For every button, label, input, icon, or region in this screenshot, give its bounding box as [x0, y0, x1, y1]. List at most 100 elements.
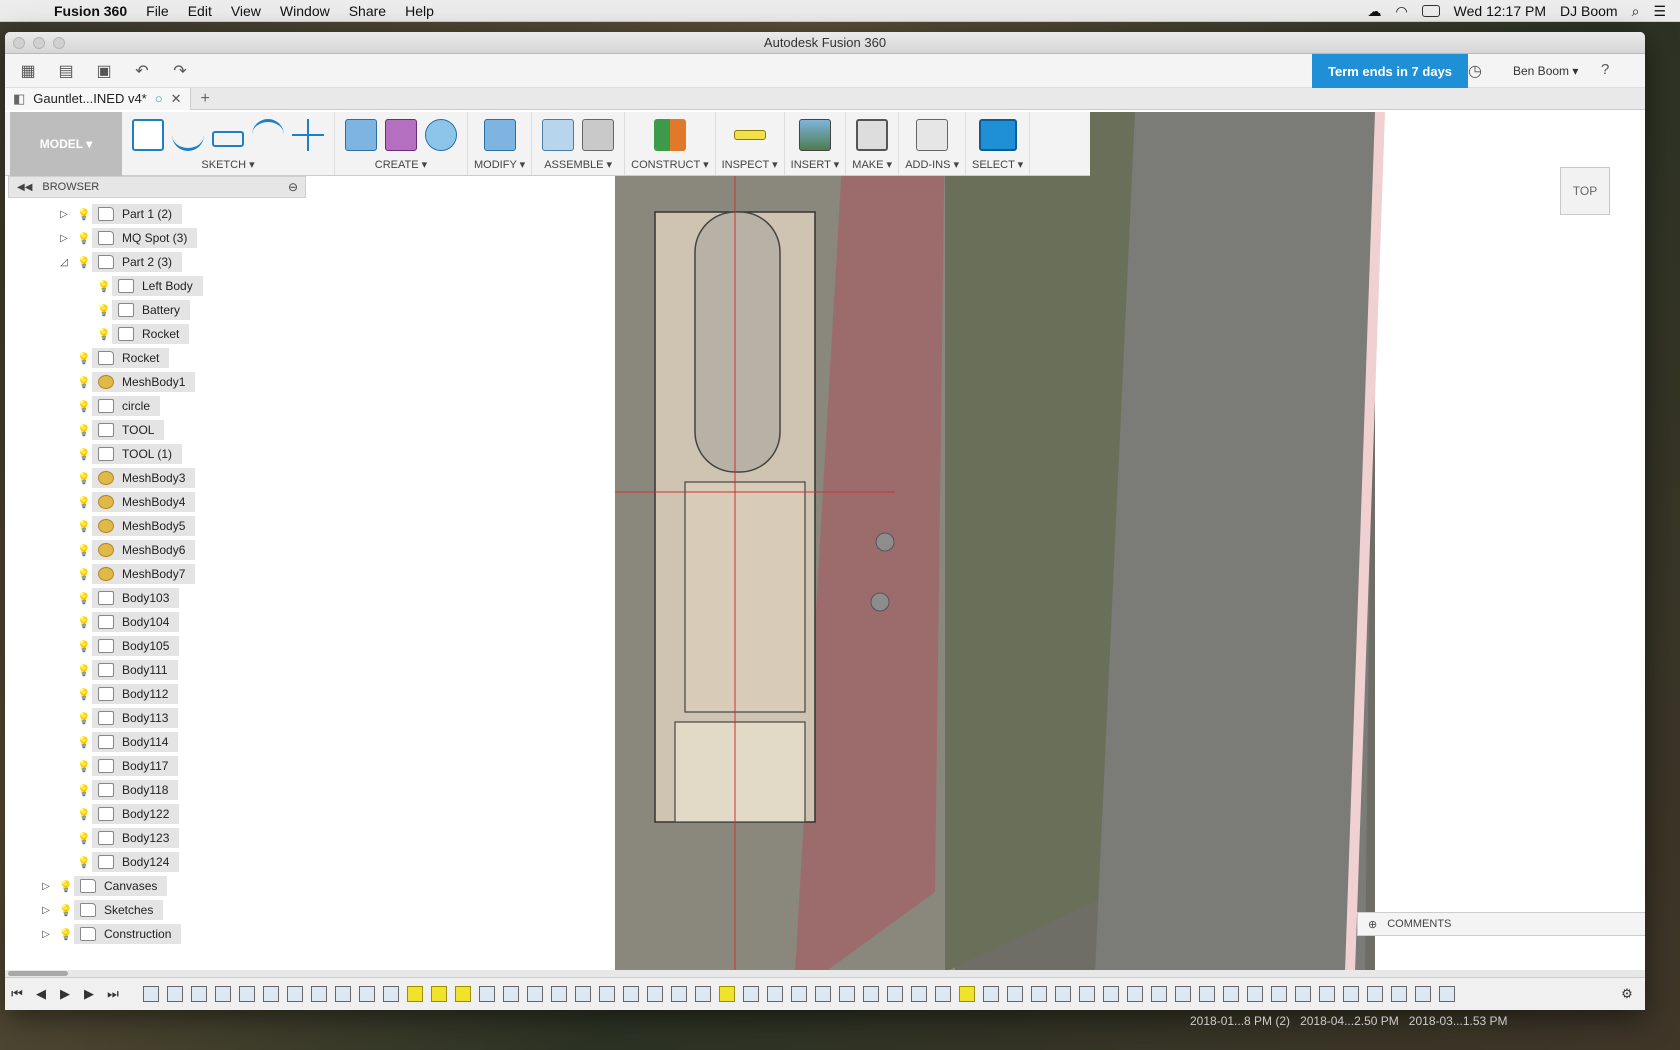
timeline-feature-icon[interactable]: [983, 986, 999, 1002]
visibility-bulb-icon[interactable]: 💡: [77, 567, 91, 581]
menu-edit[interactable]: Edit: [188, 3, 212, 19]
browser-node[interactable]: 💡 Body123: [57, 828, 180, 848]
timeline-feature-icon[interactable]: [359, 986, 375, 1002]
timeline-feature-icon[interactable]: [623, 986, 639, 1002]
visibility-bulb-icon[interactable]: 💡: [77, 783, 91, 797]
joint-icon[interactable]: [582, 119, 615, 151]
desktop-file-label[interactable]: 2018-01...8 PM (2): [1190, 1014, 1290, 1028]
browser-node[interactable]: ◿ 💡 Part 2 (3): [57, 252, 183, 272]
desktop-file-label[interactable]: 2018-04...2.50 PM: [1300, 1014, 1399, 1028]
timeline-feature-icon[interactable]: [911, 986, 927, 1002]
app-menu[interactable]: Fusion 360: [54, 3, 127, 19]
timeline-feature-icon[interactable]: [1199, 986, 1215, 1002]
browser-node[interactable]: 💡 TOOL (1): [57, 444, 183, 464]
browser-node[interactable]: 💡 Body105: [57, 636, 180, 656]
file-menu-icon[interactable]: ▤: [51, 57, 81, 85]
timeline-feature-icon[interactable]: [815, 986, 831, 1002]
expand-toggle-icon[interactable]: ▷: [39, 929, 53, 940]
visibility-bulb-icon[interactable]: 💡: [77, 831, 91, 845]
timeline-feature-icon[interactable]: [1271, 986, 1287, 1002]
timeline-feature-icon[interactable]: [479, 986, 495, 1002]
insert-image-icon[interactable]: [798, 119, 831, 151]
visibility-bulb-icon[interactable]: 💡: [77, 399, 91, 413]
extrude-icon[interactable]: [345, 119, 377, 151]
construct-menu[interactable]: CONSTRUCT ▾: [631, 158, 708, 171]
timeline-forward-icon[interactable]: ▶: [77, 986, 101, 1002]
menu-share[interactable]: Share: [349, 3, 386, 19]
expand-toggle-icon[interactable]: ▷: [39, 905, 53, 916]
3d-print-icon[interactable]: [856, 119, 889, 151]
browser-node[interactable]: 💡 Body103: [57, 588, 180, 608]
new-component-icon[interactable]: [542, 119, 575, 151]
visibility-bulb-icon[interactable]: 💡: [97, 303, 111, 317]
notification-center-icon[interactable]: ☰: [1653, 3, 1666, 20]
visibility-bulb-icon[interactable]: 💡: [77, 375, 91, 389]
timeline-feature-icon[interactable]: [767, 986, 783, 1002]
wifi-icon[interactable]: ◠: [1395, 3, 1407, 20]
measure-icon[interactable]: [733, 130, 766, 140]
data-panel-grid-icon[interactable]: ▦: [13, 57, 43, 85]
battery-icon[interactable]: [1421, 5, 1440, 17]
minimize-window-button[interactable]: [33, 37, 45, 49]
rectangle-icon[interactable]: [212, 131, 244, 147]
modify-menu[interactable]: MODIFY ▾: [474, 158, 525, 171]
timeline-feature-icon[interactable]: [1367, 986, 1383, 1002]
menu-view[interactable]: View: [231, 3, 261, 19]
timeline-feature-icon[interactable]: [167, 986, 183, 1002]
visibility-bulb-icon[interactable]: 💡: [77, 495, 91, 509]
timeline-feature-icon[interactable]: [1319, 986, 1335, 1002]
browser-node[interactable]: ▷ 💡 Construction: [39, 924, 182, 944]
timeline-feature-icon[interactable]: [863, 986, 879, 1002]
visibility-bulb-icon[interactable]: 💡: [77, 759, 91, 773]
redo-icon[interactable]: ↷: [165, 57, 195, 85]
spotlight-icon[interactable]: ⌕: [1632, 3, 1640, 20]
zoom-window-button[interactable]: [53, 37, 65, 49]
timeline-feature-icon[interactable]: [599, 986, 615, 1002]
menubar-user[interactable]: DJ Boom: [1560, 3, 1618, 19]
visibility-bulb-icon[interactable]: 💡: [77, 663, 91, 677]
timeline-feature-icon[interactable]: [263, 986, 279, 1002]
browser-node[interactable]: 💡 Body104: [57, 612, 180, 632]
timeline-feature-icon[interactable]: [791, 986, 807, 1002]
browser-node[interactable]: 💡 Body122: [57, 804, 180, 824]
close-window-button[interactable]: [13, 37, 25, 49]
collapse-browser-icon[interactable]: ◀◀: [17, 182, 32, 193]
visibility-bulb-icon[interactable]: 💡: [59, 927, 73, 941]
timeline-feature-icon[interactable]: [239, 986, 255, 1002]
timeline-feature-icon[interactable]: [215, 986, 231, 1002]
help-icon[interactable]: ?: [1601, 61, 1609, 78]
visibility-bulb-icon[interactable]: 💡: [77, 687, 91, 701]
create-menu[interactable]: CREATE ▾: [375, 158, 427, 171]
add-ins-menu[interactable]: ADD-INS ▾: [905, 158, 959, 171]
expand-toggle-icon[interactable]: ◿: [57, 257, 71, 268]
account-menu[interactable]: Ben Boom ▾: [1513, 64, 1578, 78]
browser-node[interactable]: 💡 TOOL: [57, 420, 165, 440]
timeline-feature-icon[interactable]: [407, 986, 423, 1002]
browser-node[interactable]: 💡 Body117: [57, 756, 179, 776]
timeline-feature-icon[interactable]: [719, 986, 735, 1002]
browser-node[interactable]: 💡 Body118: [57, 780, 179, 800]
timeline-feature-icon[interactable]: [143, 986, 159, 1002]
timeline-feature-icon[interactable]: [335, 986, 351, 1002]
visibility-bulb-icon[interactable]: 💡: [77, 615, 91, 629]
visibility-bulb-icon[interactable]: 💡: [77, 519, 91, 533]
viewcube[interactable]: TOP: [1560, 167, 1610, 215]
add-comment-icon[interactable]: ⊕: [1368, 918, 1377, 931]
timeline-feature-icon[interactable]: [671, 986, 687, 1002]
browser-node[interactable]: ▷ 💡 MQ Spot (3): [57, 228, 198, 248]
browser-node[interactable]: 💡 Rocket: [57, 348, 170, 368]
timeline-feature-icon[interactable]: [575, 986, 591, 1002]
select-menu[interactable]: SELECT ▾: [972, 158, 1023, 171]
browser-node[interactable]: 💡 Rocket: [77, 324, 190, 344]
timeline-feature-icon[interactable]: [431, 986, 447, 1002]
timeline-feature-icon[interactable]: [1295, 986, 1311, 1002]
browser-node[interactable]: 💡 Battery: [77, 300, 191, 320]
document-tab[interactable]: ◧ Gauntlet...INED v4* ○ ✕: [5, 87, 191, 110]
timeline-feature-icon[interactable]: [1031, 986, 1047, 1002]
menubar-clock[interactable]: Wed 12:17 PM: [1454, 3, 1546, 19]
term-ends-button[interactable]: Term ends in 7 days: [1312, 54, 1469, 88]
expand-toggle-icon[interactable]: ▷: [57, 209, 71, 220]
timeline-feature-icon[interactable]: [647, 986, 663, 1002]
timeline-start-icon[interactable]: ⏮: [5, 986, 29, 1002]
desktop-file-label[interactable]: 2018-03...1.53 PM: [1409, 1014, 1508, 1028]
